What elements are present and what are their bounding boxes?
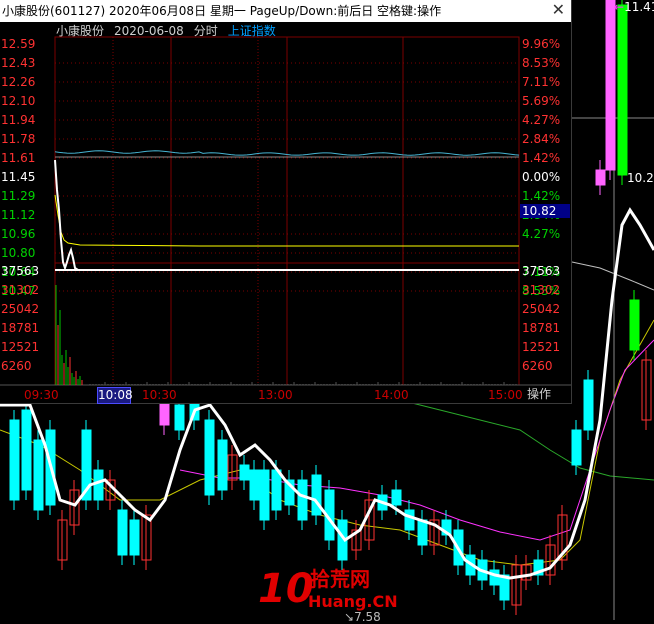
candle-body	[174, 404, 185, 431]
candle-body	[629, 299, 640, 351]
price-tick-label: 11.61	[1, 151, 36, 165]
price-tick-label: 12.26	[1, 75, 36, 89]
candle-body	[605, 0, 616, 171]
price-tick-label: 11.45	[1, 170, 36, 184]
volume-tick-label: 37563	[1, 264, 40, 278]
percent-tick-label: 7.11%	[522, 75, 561, 89]
high-value: 11.41	[624, 0, 654, 14]
candle-body	[617, 4, 628, 176]
volume-tick-label: 12521	[522, 340, 561, 354]
logo-cn-text: 拾荒网	[310, 567, 370, 591]
candle-body	[117, 509, 128, 556]
candle-body	[391, 489, 402, 506]
time-tick-label: 09:30	[24, 388, 59, 402]
percent-tick-label: 0.00%	[522, 170, 561, 184]
candle-body	[311, 474, 322, 516]
ma-line-green	[399, 399, 654, 481]
candle-body	[129, 519, 140, 556]
price-tick-label: 12.10	[1, 94, 36, 108]
percent-tick-label: 4.27%	[522, 113, 561, 127]
volume-tick-label: 37563	[522, 264, 561, 278]
time-tick-label: 15:00	[488, 388, 523, 402]
volume-tick-label: 18781	[1, 321, 40, 335]
volume-tick-label: 12521	[1, 340, 40, 354]
time-tick-label: 10:30	[142, 388, 177, 402]
candle-body	[33, 439, 44, 511]
volume-tick-label: 31302	[1, 283, 40, 297]
percent-tick-label: 4.27%	[522, 227, 561, 241]
price-tick-label: 11.78	[1, 132, 36, 146]
volume-tick-label: 25042	[1, 302, 40, 316]
candle-body	[571, 429, 582, 466]
percent-tick-label: 2.84%	[522, 132, 561, 146]
watermark-logo: 10 拾荒网 Huang.CN	[258, 568, 398, 618]
percent-tick-label: 8.53%	[522, 56, 561, 70]
percent-tick-label: 1.42%	[522, 151, 561, 165]
volume-tick-label: 18781	[522, 321, 561, 335]
high-marker: ←	[614, 0, 625, 14]
volume-tick-label: 6260	[522, 359, 553, 373]
candle-body	[595, 169, 606, 186]
candle-body	[21, 409, 32, 491]
kline-high-label: ←11.41	[614, 1, 654, 14]
percent-tick-label: 5.69%	[522, 94, 561, 108]
candle-body	[239, 464, 250, 481]
candle-body	[217, 439, 228, 491]
percent-tick-label: 1.42%	[522, 189, 561, 203]
candle-body	[249, 469, 260, 501]
candle-body	[9, 419, 20, 501]
chart-grid	[0, 36, 571, 386]
candle-body	[204, 419, 215, 496]
kline-mid-label: 10.27	[627, 171, 654, 185]
intraday-chart[interactable]	[0, 0, 571, 403]
time-cursor-label: 10:08	[97, 387, 133, 404]
percent-tick-label: 9.96%	[522, 37, 561, 51]
time-tick-label: 14:00	[374, 388, 409, 402]
logo-number: 10	[258, 566, 314, 612]
time-tick-label: 13:00	[258, 388, 293, 402]
candle-body	[259, 469, 270, 521]
price-tick-label: 11.29	[1, 189, 36, 203]
candle-body	[93, 469, 104, 501]
logo-en-text: Huang.CN	[308, 592, 398, 611]
candle-body	[583, 379, 594, 431]
volume-bars	[55, 285, 517, 385]
candle-body	[417, 519, 428, 546]
candle-body	[404, 509, 415, 531]
volume-tick-label: 6260	[1, 359, 32, 373]
cursor-price-label: 10.82	[520, 204, 570, 218]
price-tick-label: 12.59	[1, 37, 36, 51]
price-tick-label: 10.96	[1, 227, 36, 241]
price-tick-label: 11.94	[1, 113, 36, 127]
price-tick-label: 12.43	[1, 56, 36, 70]
intraday-popup-window[interactable]: 小康股份(601127) 2020年06月08日 星期一 PageUp/Down…	[0, 0, 572, 404]
operations-button[interactable]: 操作	[527, 387, 557, 402]
price-tick-label: 11.12	[1, 208, 36, 222]
volume-tick-label: 31302	[522, 283, 561, 297]
volume-tick-label: 25042	[522, 302, 561, 316]
candle-body	[297, 479, 308, 521]
price-tick-label: 10.80	[1, 246, 36, 260]
candle-body	[271, 469, 282, 511]
